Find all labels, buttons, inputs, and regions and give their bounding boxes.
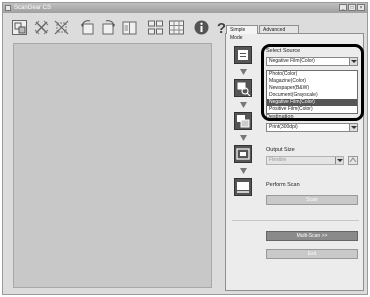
output-size-select[interactable]: Flexible [266, 156, 344, 165]
destination-select[interactable]: Print(300dpi) [266, 123, 358, 132]
perform-scan-label: Perform Scan [266, 182, 300, 188]
mirror-icon[interactable] [121, 19, 138, 36]
minimize-button[interactable]: _ [339, 4, 347, 11]
tab-simple-mode[interactable]: Simple Mode [226, 25, 258, 41]
app-icon [5, 5, 11, 11]
highlight-callout [261, 44, 364, 121]
simple-mode-body: Select Source Negative Film(Color) Photo… [225, 33, 364, 291]
chevron-down-icon[interactable] [335, 157, 343, 164]
swap-size-button[interactable] [348, 156, 358, 165]
thumbnail-icon[interactable] [147, 19, 164, 36]
title-bar: ScanGear CS _ □ × [3, 3, 367, 13]
scan-button[interactable]: Scan [266, 195, 358, 205]
window-title: ScanGear CS [14, 5, 52, 11]
destination-select-value: Print(300dpi) [269, 124, 298, 130]
crop-icon[interactable] [33, 19, 50, 36]
divider [232, 220, 359, 221]
mode-panel: Simple Mode Advanced Mode Select Source … [225, 25, 364, 291]
chevron-down-icon[interactable] [349, 124, 357, 131]
destination-icon [234, 112, 252, 130]
maximize-button[interactable]: □ [348, 4, 356, 11]
scangear-window: ScanGear CS _ □ × ? Simple Mode Advanced… [2, 2, 368, 295]
zoom-icon[interactable] [11, 19, 28, 36]
rotate-right-icon[interactable] [100, 19, 117, 36]
output-size-icon [234, 145, 252, 163]
close-button[interactable]: × [357, 4, 365, 11]
exit-button[interactable]: Exit [266, 249, 358, 259]
down-arrow-icon [240, 102, 247, 108]
rotate-left-icon[interactable] [79, 19, 96, 36]
auto-crop-icon[interactable] [53, 19, 70, 36]
perform-scan-icon [234, 178, 252, 196]
down-arrow-icon [240, 168, 247, 174]
info-icon[interactable] [193, 19, 210, 36]
preview-area[interactable] [13, 43, 212, 288]
down-arrow-icon [240, 135, 247, 141]
select-source-icon [234, 46, 252, 64]
down-arrow-icon [240, 69, 247, 75]
output-size-select-value: Flexible [269, 157, 287, 163]
preview-step-icon [234, 79, 252, 97]
multi-scan-button[interactable]: Multi-Scan >> [266, 231, 358, 241]
output-size-label: Output Size [266, 147, 295, 153]
swap-icon [349, 157, 357, 163]
grid-icon[interactable] [168, 19, 185, 36]
